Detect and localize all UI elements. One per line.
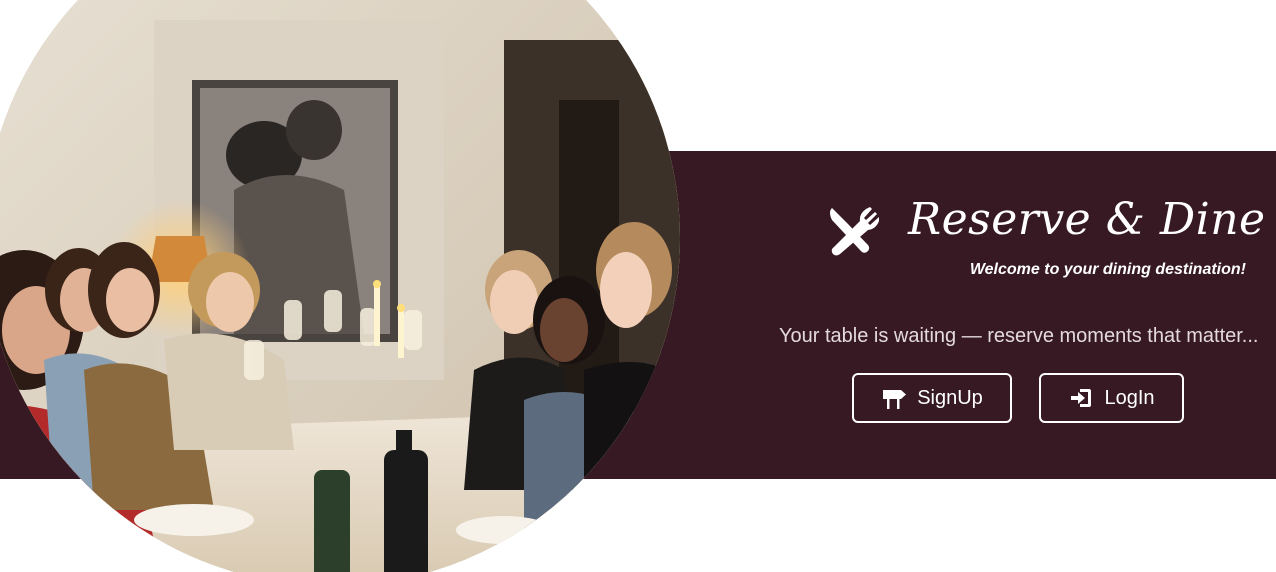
signpost-icon (881, 386, 907, 410)
brand-title: Reserve & Dine (908, 194, 1266, 245)
hero-photo (0, 0, 680, 572)
login-button[interactable]: LogIn (1039, 373, 1184, 423)
landing-page: Reserve & Dine Welcome to your dining de… (0, 0, 1276, 572)
brand-tagline: Welcome to your dining destination! (969, 261, 1246, 278)
hero-subtitle: Your table is waiting — reserve moments … (779, 325, 1259, 347)
signup-button[interactable]: SignUp (852, 373, 1012, 423)
utensils-crossed-icon (826, 204, 880, 258)
group-dinner-toast-photo (0, 0, 680, 572)
signup-label: SignUp (917, 386, 983, 409)
sign-in-icon (1068, 386, 1094, 410)
brand-block: Reserve & Dine Welcome to your dining de… (826, 194, 1265, 290)
login-label: LogIn (1104, 386, 1155, 409)
